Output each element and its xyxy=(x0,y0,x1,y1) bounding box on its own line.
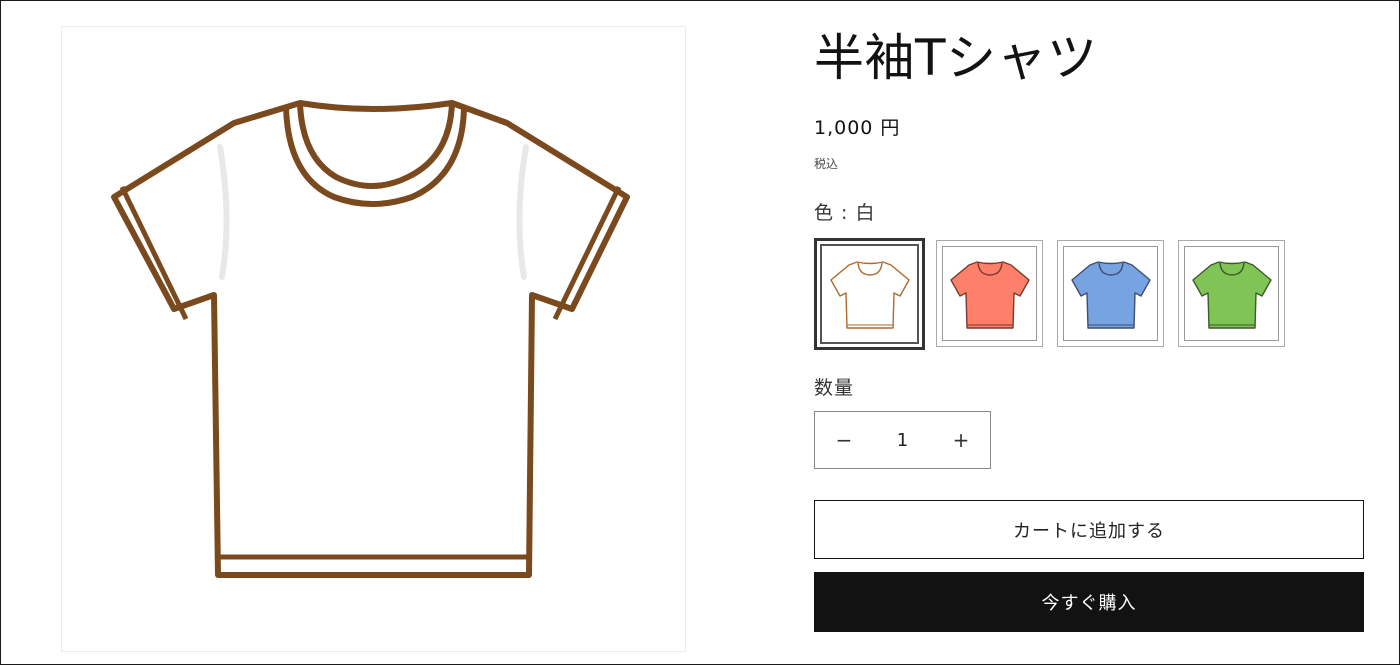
tax-note: 税込 xyxy=(814,157,839,171)
add-to-cart-button[interactable]: カートに追加する xyxy=(814,500,1364,559)
quantity-input[interactable] xyxy=(873,428,932,452)
buy-now-button[interactable]: 今すぐ購入 xyxy=(814,572,1364,632)
tshirt-icon xyxy=(1070,260,1151,329)
color-swatch[interactable] xyxy=(1178,240,1285,347)
swatch-frame xyxy=(1063,246,1158,341)
swatch-frame xyxy=(1184,246,1279,341)
swatch-frame xyxy=(942,246,1037,341)
quantity-stepper: − + xyxy=(814,411,991,469)
color-label: 色 : 白 xyxy=(814,202,876,224)
color-swatch[interactable] xyxy=(936,240,1043,347)
swatch-frame xyxy=(820,244,919,344)
color-swatch[interactable] xyxy=(1057,240,1164,347)
quantity-decrease-button[interactable]: − xyxy=(815,412,873,468)
product-title: 半袖Tシャツ xyxy=(814,29,1098,87)
quantity-increase-button[interactable]: + xyxy=(932,412,990,468)
product-image[interactable] xyxy=(61,26,686,652)
tshirt-icon xyxy=(1191,260,1272,329)
tshirt-icon xyxy=(829,261,910,329)
color-swatch-list xyxy=(814,238,1294,350)
quantity-label: 数量 xyxy=(814,377,855,399)
color-swatch[interactable] xyxy=(814,238,925,350)
tshirt-white-icon xyxy=(111,100,630,578)
tshirt-icon xyxy=(949,260,1030,329)
product-price: 1,000 円 xyxy=(814,117,901,139)
